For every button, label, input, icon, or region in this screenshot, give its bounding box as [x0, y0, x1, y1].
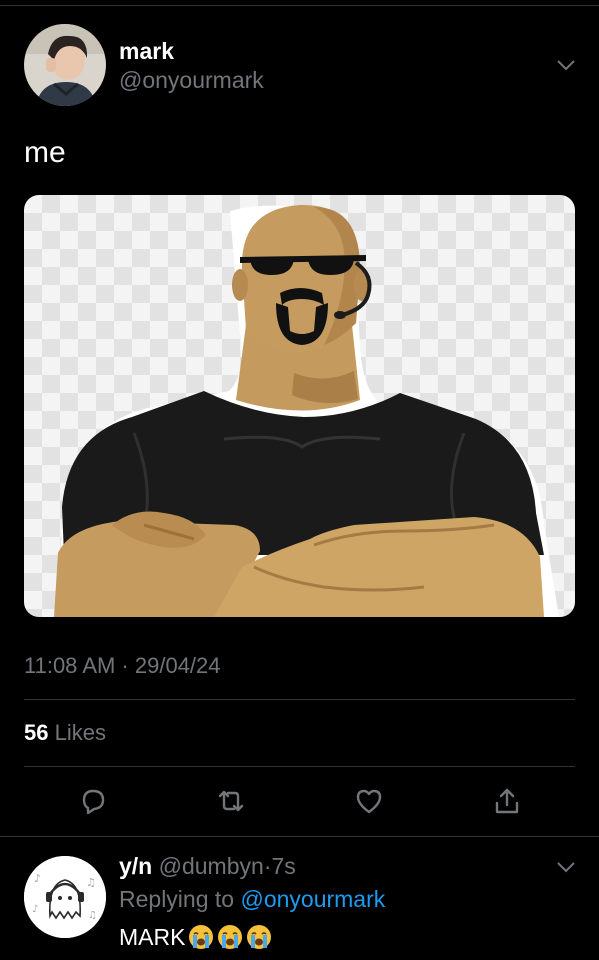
chevron-down-icon[interactable]	[556, 58, 576, 72]
replying-to-handle[interactable]: @onyourmark	[240, 886, 385, 912]
svg-text:♫: ♫	[88, 910, 97, 921]
divider	[0, 836, 599, 837]
author-name[interactable]: mark	[119, 38, 174, 64]
divider	[24, 766, 575, 767]
retweet-icon[interactable]	[216, 786, 246, 816]
likes-summary[interactable]: 56 Likes	[24, 720, 106, 746]
reply-text-content: MARK	[119, 924, 186, 950]
reply-text: MARK	[119, 924, 272, 950]
loudly-crying-face-icon	[247, 925, 272, 949]
bodyguard-illustration	[54, 204, 559, 617]
svg-text:♪: ♪	[32, 904, 38, 915]
tweet-text: me	[24, 136, 66, 169]
chevron-down-icon[interactable]	[556, 860, 576, 874]
reply-author-name[interactable]: y/n	[119, 853, 152, 879]
author-handle[interactable]: @onyourmark	[119, 67, 264, 93]
replying-to-prefix: Replying to	[119, 886, 241, 912]
divider	[24, 699, 575, 700]
svg-text:♫: ♫	[86, 876, 96, 889]
tweet-media-image[interactable]	[24, 195, 575, 617]
reply-age[interactable]: 7s	[271, 853, 295, 879]
author-avatar[interactable]	[24, 24, 106, 106]
reply-author-handle[interactable]: @dumbyn	[159, 853, 264, 879]
tweet-timestamp[interactable]: 11:08 AM · 29/04/24	[24, 653, 221, 679]
svg-text:♪: ♪	[34, 872, 41, 885]
reply-icon[interactable]	[78, 786, 108, 816]
likes-label: Likes	[54, 720, 106, 745]
share-icon[interactable]	[492, 786, 522, 816]
likes-count: 56	[24, 720, 49, 745]
reply-header: y/n @dumbyn·7s	[119, 853, 296, 879]
loudly-crying-face-icon	[218, 925, 243, 949]
replying-to: Replying to @onyourmark	[119, 886, 385, 912]
top-divider	[0, 0, 599, 6]
reply-author-avatar[interactable]: ♪ ♫ ♪ ♫	[24, 856, 106, 938]
heart-icon[interactable]	[354, 786, 384, 816]
loudly-crying-face-icon	[189, 925, 214, 949]
